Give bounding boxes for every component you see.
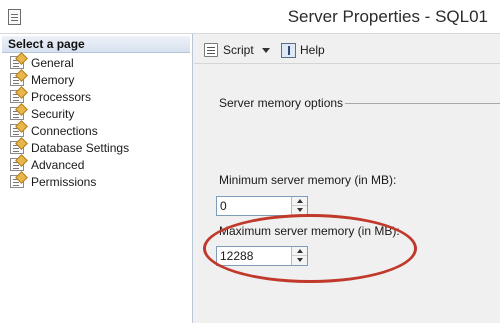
page-item-security[interactable]: Security [0,105,192,122]
page-icon [10,158,24,171]
server-properties-window: Server Properties - SQL01 Select a page … [0,0,500,323]
max-memory-label: Maximum server memory (in MB): [219,224,400,238]
page-list: General Memory Processors Security Conne… [0,54,192,190]
window-title: Server Properties - SQL01 [287,7,488,26]
page-item-label: Connections [31,123,98,138]
decrement-arrow-icon[interactable] [291,206,307,215]
page-icon [10,90,24,103]
section-divider [345,103,500,104]
page-icon [10,141,24,154]
page-item-label: Permissions [31,174,97,189]
increment-arrow-icon[interactable] [291,197,307,206]
chevron-down-icon[interactable] [261,47,270,53]
page-item-memory[interactable]: Memory [0,71,192,88]
page-item-general[interactable]: General [0,54,192,71]
help-icon [281,42,296,58]
min-memory-stepper [216,196,308,216]
page-icon [10,175,24,188]
page-item-connections[interactable]: Connections [0,122,192,139]
memory-page-content: Script Help Server memory options Minimu… [194,34,500,323]
page-icon [10,107,24,120]
help-button[interactable]: Help [281,41,325,59]
toolbar: Script Help [194,34,500,64]
page-item-label: Security [31,106,75,121]
page-item-label: Database Settings [31,140,130,155]
page-icon [10,124,24,137]
increment-arrow-icon[interactable] [291,247,307,256]
page-item-permissions[interactable]: Permissions [0,173,192,190]
title-bar: Server Properties - SQL01 [0,0,500,34]
page-item-label: General [31,55,74,70]
page-icon [10,56,24,69]
max-memory-input[interactable] [217,247,290,265]
page-item-advanced[interactable]: Advanced [0,156,192,173]
min-memory-input[interactable] [217,197,290,215]
script-label: Script [223,43,254,57]
page-item-label: Advanced [31,157,85,172]
page-item-database-settings[interactable]: Database Settings [0,139,192,156]
max-memory-stepper [216,246,308,266]
help-label: Help [300,43,325,57]
page-item-label: Processors [31,89,92,104]
page-icon [10,73,24,86]
script-button[interactable]: Script [204,41,270,59]
select-page-pane: Select a page General Memory Processors … [0,34,193,323]
decrement-arrow-icon[interactable] [291,256,307,265]
page-item-processors[interactable]: Processors [0,88,192,105]
select-page-header: Select a page [2,36,190,53]
section-label: Server memory options [219,96,344,110]
window-icon [8,9,21,25]
min-memory-label: Minimum server memory (in MB): [219,173,397,187]
page-item-label: Memory [31,72,75,87]
script-icon [204,43,218,57]
